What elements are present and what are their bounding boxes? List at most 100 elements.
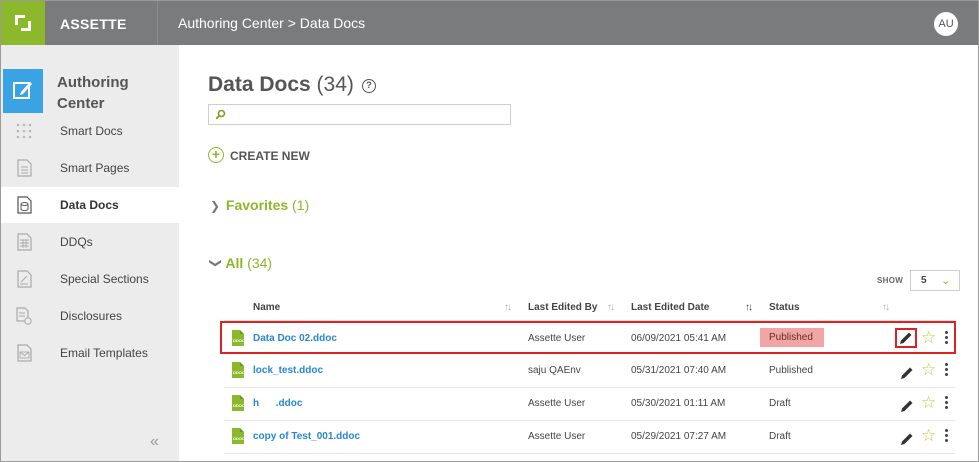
plus-circle-icon: + — [208, 147, 224, 163]
all-label: All — [225, 255, 244, 271]
grid-dots-icon — [15, 122, 33, 140]
show-label: SHOW — [877, 276, 904, 285]
sort-icon[interactable]: ↑↓ — [504, 302, 512, 313]
sidebar-item-ddqs[interactable]: DDQs — [1, 224, 179, 260]
last-edited-date: 05/30/2021 01:11 AM — [631, 398, 726, 409]
sidebar-title: Authoring Center — [57, 74, 129, 112]
page-icon — [15, 159, 33, 177]
edit-button[interactable] — [895, 328, 917, 348]
search-icon — [215, 109, 226, 120]
column-header-last-edited-date[interactable]: Last Edited Date — [631, 302, 709, 313]
sidebar-item-label: Special Sections — [60, 272, 149, 286]
table-row[interactable]: DDOC Data Doc 02.ddoc Assette User 06/09… — [220, 321, 956, 354]
database-doc-icon — [15, 196, 33, 214]
app-window: ASSETTE Authoring Center > Data Docs AU … — [0, 0, 979, 462]
create-new-label: CREATE NEW — [230, 149, 310, 163]
all-section-toggle[interactable]: ❯ All (34) — [209, 255, 273, 271]
ddq-table-icon — [15, 233, 33, 251]
status-text: Draft — [769, 398, 791, 409]
collapse-sidebar-button[interactable]: « — [150, 433, 159, 451]
last-edited-by: Assette User — [528, 431, 586, 442]
sidebar-item-label: Data Docs — [60, 198, 119, 212]
email-template-icon — [15, 344, 33, 362]
column-header-status[interactable]: Status — [769, 302, 800, 313]
last-edited-date: 05/29/2021 07:27 AM — [631, 431, 727, 442]
last-edited-date: 05/31/2021 07:40 AM — [631, 365, 727, 376]
status-text: Draft — [769, 431, 791, 442]
chevron-down-icon: ❯ — [209, 258, 223, 269]
all-count: (34) — [247, 255, 273, 271]
table-row[interactable]: DDOC lock_test.ddoc saju QAEnv 05/31/202… — [224, 355, 955, 388]
help-icon[interactable]: ? — [362, 79, 376, 93]
page-title-text: Data Docs — [208, 73, 311, 96]
column-header-last-edited-by[interactable]: Last Edited By — [528, 302, 597, 313]
search-input[interactable] — [231, 107, 506, 122]
doc-name-link[interactable]: copy of Test_001.ddoc — [253, 431, 360, 442]
more-options-icon[interactable] — [945, 429, 949, 443]
doc-name-link[interactable]: Data Doc 02.ddoc — [253, 333, 337, 344]
sidebar-item-smart-docs[interactable]: Smart Docs — [1, 113, 179, 149]
main-content: Data Docs (34) ? + CREATE NEW ❯ Favorite… — [179, 45, 978, 461]
sidebar-item-disclosures[interactable]: Disclosures — [1, 298, 179, 334]
logo[interactable] — [1, 1, 45, 45]
disclosure-icon — [15, 307, 33, 325]
ddoc-file-icon: DDOC — [232, 362, 245, 378]
avatar[interactable]: AU — [934, 12, 958, 36]
table-row[interactable]: DDOC copy of Test_001.ddoc Assette User … — [224, 421, 955, 454]
status-badge: Published — [760, 328, 824, 347]
sidebar: Authoring Center Smart Docs Smart Pages … — [1, 45, 179, 461]
edit-button[interactable] — [898, 430, 914, 446]
doc-name-link[interactable]: h .ddoc — [253, 398, 302, 409]
page-size-select[interactable]: 5 ⌄ — [910, 270, 960, 291]
pencil-icon — [900, 332, 912, 344]
more-options-icon[interactable] — [945, 396, 949, 410]
favorite-star-button[interactable]: ☆ — [921, 361, 936, 379]
doc-name-link[interactable]: lock_test.ddoc — [253, 365, 323, 376]
divider — [157, 1, 158, 45]
authoring-center-icon — [3, 69, 43, 113]
chevron-down-icon: ⌄ — [941, 275, 951, 287]
column-header-name[interactable]: Name — [253, 302, 280, 313]
favorites-count: (1) — [292, 197, 310, 213]
sidebar-item-smart-pages[interactable]: Smart Pages — [1, 150, 179, 186]
page-title: Data Docs (34) — [208, 73, 354, 97]
favorites-label: Favorites — [225, 197, 289, 213]
sidebar-item-special-sections[interactable]: Special Sections — [1, 261, 179, 297]
assette-logo-icon — [15, 15, 31, 31]
pencil-icon — [901, 400, 913, 412]
sort-icon[interactable]: ↑↓ — [607, 302, 615, 313]
page-title-count: (34) — [316, 73, 354, 96]
brand-name: ASSETTE — [60, 16, 127, 32]
table-row[interactable]: DDOC h .ddoc Assette User 05/30/2021 01:… — [224, 388, 955, 421]
favorite-star-button[interactable]: ☆ — [921, 329, 936, 347]
sidebar-item-email-templates[interactable]: Email Templates — [1, 335, 179, 371]
more-options-icon[interactable] — [945, 363, 949, 377]
sidebar-item-label: Smart Docs — [60, 124, 123, 138]
pencil-icon — [901, 367, 913, 379]
ddoc-file-icon: DDOC — [232, 330, 245, 346]
breadcrumb[interactable]: Authoring Center > Data Docs — [178, 15, 365, 31]
sidebar-item-label: Disclosures — [60, 309, 123, 323]
chevron-right-icon: ❯ — [210, 199, 221, 213]
page-size-value: 5 — [921, 275, 927, 286]
sidebar-item-data-docs[interactable]: Data Docs — [1, 187, 179, 223]
edit-button[interactable] — [898, 397, 914, 413]
section-icon — [15, 270, 33, 288]
top-bar: ASSETTE Authoring Center > Data Docs AU — [1, 1, 978, 45]
favorite-star-button[interactable]: ☆ — [921, 427, 936, 445]
sort-active-icon[interactable]: ↑↓ — [745, 302, 753, 313]
favorites-section-toggle[interactable]: ❯ Favorites (1) — [210, 197, 309, 213]
pencil-icon — [901, 433, 913, 445]
table-header: Name ↑↓ Last Edited By ↑↓ Last Edited Da… — [224, 297, 955, 321]
sidebar-item-label: Smart Pages — [60, 161, 130, 175]
favorite-star-button[interactable]: ☆ — [921, 394, 936, 412]
more-options-icon[interactable] — [945, 331, 949, 345]
last-edited-by: Assette User — [528, 333, 586, 344]
sort-icon[interactable]: ↑↓ — [882, 302, 890, 313]
ddoc-file-icon: DDOC — [232, 395, 245, 411]
edit-button[interactable] — [898, 364, 914, 380]
search-box — [208, 104, 511, 125]
sidebar-item-label: DDQs — [60, 235, 93, 249]
last-edited-date: 06/09/2021 05:41 AM — [631, 333, 727, 344]
last-edited-by: saju QAEnv — [528, 365, 581, 376]
